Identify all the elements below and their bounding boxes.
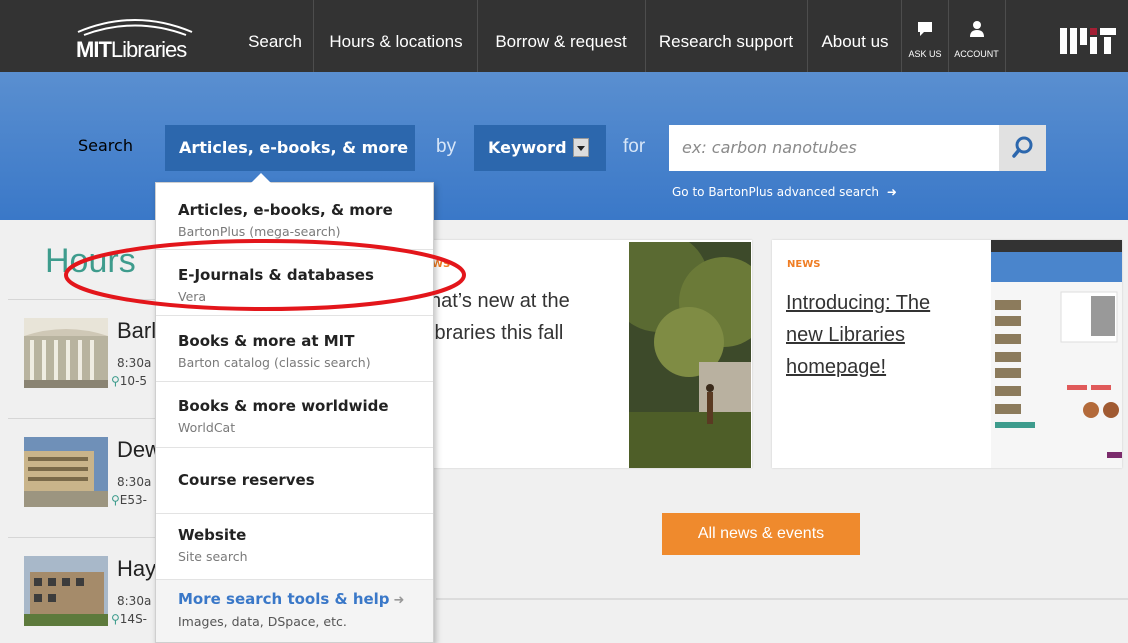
location-photo [24, 437, 108, 507]
dropdown-item-subtitle: Barton catalog (classic search) [178, 355, 371, 370]
divider [8, 299, 158, 300]
search-scope-value: Articles, e-books, & more [179, 138, 409, 157]
location-photo [24, 556, 108, 626]
dropdown-item-articles[interactable]: Articles, e-books, & more BartonPlus (me… [156, 183, 433, 250]
dropdown-item-subtitle: WorldCat [178, 420, 236, 435]
location-item[interactable]: Dew 8:30a ⚲E53- [24, 437, 161, 517]
search-label: Search [78, 136, 133, 155]
dropdown-item-subtitle: Images, data, DSpace, etc. [178, 614, 347, 629]
ask-us-button[interactable]: ASK US [902, 0, 948, 72]
advanced-search-label: Go to BartonPlus advanced search [672, 185, 880, 199]
nav-divider [313, 0, 314, 72]
mit-libraries-logo[interactable]: MITLibraries [70, 10, 200, 65]
dropdown-item-website[interactable]: Website Site search [156, 514, 433, 580]
location-room: ⚲E53- [111, 493, 147, 507]
news-card[interactable]: NEWS Introducing: The new Libraries home… [772, 240, 1122, 468]
search-scope-select[interactable]: Articles, e-books, & more▲▼ [165, 125, 415, 205]
logo-text: MITLibraries [76, 37, 187, 62]
account-button[interactable]: ACCOUNT [949, 0, 1004, 72]
news-card[interactable]: WS hat’s new at the ibraries this fall [420, 240, 752, 468]
dropdown-item-books-worldwide[interactable]: Books & more worldwide WorldCat [156, 382, 433, 448]
nav-divider [1005, 0, 1006, 72]
location-room: ⚲14S- [111, 612, 148, 626]
logo-arc-graphic [77, 19, 193, 36]
dropdown-item-ejournals[interactable]: E-Journals & databases Vera [156, 250, 433, 316]
dropdown-item-title: Books & more at MIT [178, 332, 355, 350]
homepage-screenshot-thumbnail [991, 240, 1122, 468]
location-name: Barl [117, 318, 157, 343]
nav-research-support[interactable]: Research support [648, 0, 804, 72]
dropdown-caret [251, 173, 271, 183]
hours-heading: Hours [45, 242, 136, 280]
dropdown-item-subtitle: BartonPlus (mega-search) [178, 224, 341, 239]
search-submit-button[interactable] [999, 125, 1046, 171]
search-type-value: Keyword [488, 138, 567, 157]
top-navigation-bar: MITLibraries Search Hours & locations Bo… [0, 0, 1128, 72]
chat-bubble-icon [918, 22, 932, 36]
dropdown-item-title: E-Journals & databases [178, 266, 374, 284]
user-icon [969, 21, 984, 37]
news-category-label: WS [432, 259, 451, 270]
nav-hours-locations[interactable]: Hours & locations [317, 0, 475, 72]
divider [8, 418, 158, 419]
nav-borrow-request[interactable]: Borrow & request [480, 0, 642, 72]
location-item[interactable]: Barl 8:30a ⚲10-5 [24, 318, 157, 398]
arrow-right-icon: ➜ [886, 185, 897, 199]
dropdown-item-course-reserves[interactable]: Course reserves [156, 448, 433, 514]
dropdown-item-title: Website [178, 526, 247, 544]
dropdown-item-books-mit[interactable]: Books & more at MIT Barton catalog (clas… [156, 316, 433, 382]
nav-about-us[interactable]: About us [810, 0, 900, 72]
news-title: hat’s new at the ibraries this fall [430, 290, 570, 344]
location-hours: 8:30a [117, 356, 152, 370]
map-pin-icon: ⚲ [111, 374, 120, 388]
map-pin-icon: ⚲ [111, 612, 120, 626]
dropdown-arrow-icon [572, 138, 589, 157]
nav-divider [645, 0, 646, 72]
account-label: ACCOUNT [954, 49, 999, 59]
map-pin-icon: ⚲ [111, 493, 120, 507]
location-name: Hay [117, 556, 157, 581]
for-label: for [623, 136, 646, 157]
dropdown-item-title: Articles, e-books, & more [178, 201, 393, 219]
nav-search[interactable]: Search [240, 0, 310, 72]
arrow-right-icon: ➜ [393, 593, 405, 608]
location-item[interactable]: Hay 8:30a ⚲14S- [24, 556, 157, 636]
search-type-select[interactable]: Keyword [474, 125, 606, 171]
location-room: ⚲10-5 [111, 374, 148, 388]
dropdown-item-more-tools[interactable]: More search tools & help ➜ Images, data, … [156, 580, 433, 642]
dropdown-item-subtitle: Site search [178, 549, 248, 564]
mit-logo-icon[interactable] [1060, 28, 1116, 54]
dropdown-item-title: More search tools & help ➜ [178, 590, 405, 608]
nav-divider [477, 0, 478, 72]
by-label: by [436, 136, 457, 157]
advanced-search-link[interactable]: Go to BartonPlus advanced search ➜ [672, 185, 897, 199]
dropdown-item-subtitle: Vera [178, 289, 207, 304]
search-scope-dropdown: Articles, e-books, & more BartonPlus (me… [155, 173, 434, 643]
news-category-label: NEWS [787, 259, 821, 270]
news-title: Introducing: The new Libraries homepage! [786, 292, 931, 378]
search-icon [1012, 136, 1033, 158]
location-hours: 8:30a [117, 475, 152, 489]
divider [436, 598, 1128, 600]
location-hours: 8:30a [117, 594, 152, 608]
ask-us-label: ASK US [908, 49, 942, 59]
dropdown-item-title: Books & more worldwide [178, 397, 389, 415]
nav-divider [807, 0, 808, 72]
all-news-events-button[interactable]: All news & events [662, 513, 860, 555]
dropdown-item-title: Course reserves [178, 471, 315, 489]
search-input[interactable]: ex: carbon nanotubes [669, 125, 999, 171]
news-photo [629, 242, 751, 468]
location-photo [24, 318, 108, 388]
divider [8, 537, 158, 538]
